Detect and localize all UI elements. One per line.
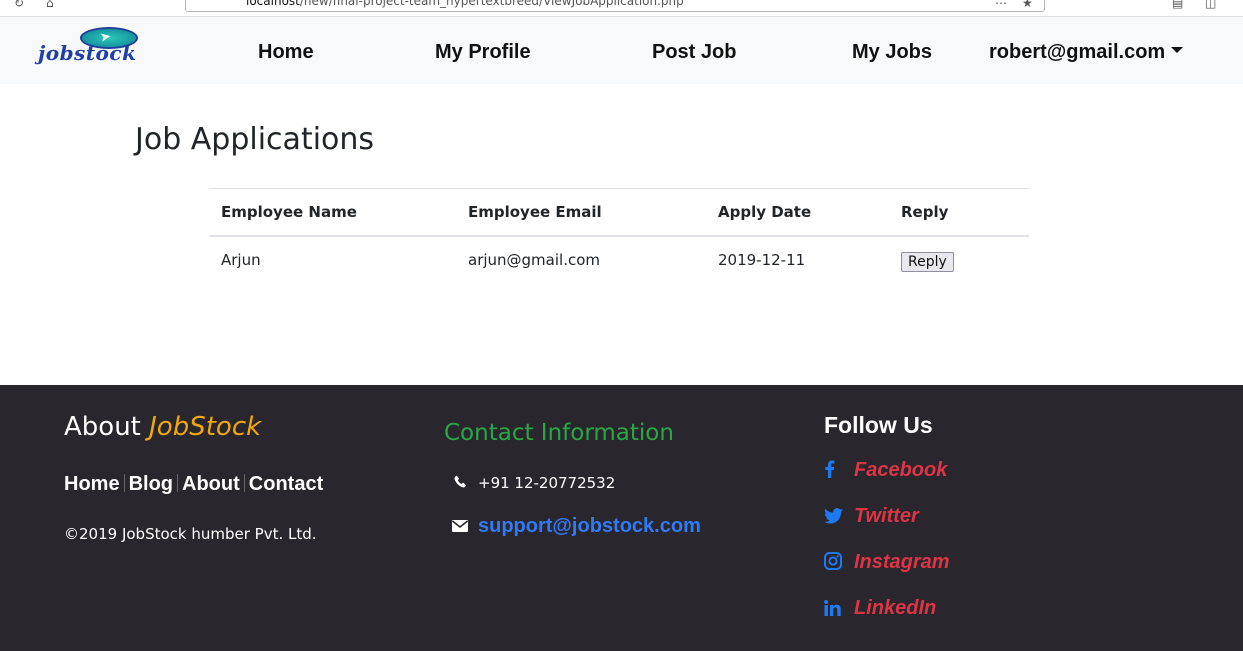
twitter-icon <box>824 507 843 530</box>
page-actions-icon[interactable]: ⋯ <box>995 0 1007 10</box>
social-instagram-link[interactable]: Instagram <box>824 551 950 576</box>
phone-number: +91 12-20772532 <box>478 474 616 492</box>
sidebar-icon[interactable]: ◫ <box>1205 0 1216 10</box>
logo-wordmark: jobstock <box>38 41 137 65</box>
bookmark-star-icon[interactable]: ★ <box>1022 0 1033 10</box>
instagram-icon <box>824 552 842 576</box>
nav-my-profile[interactable]: My Profile <box>435 41 531 64</box>
url-text: localhost/new/final-project-team_hyperte… <box>246 0 684 8</box>
follow-heading: Follow Us <box>824 412 933 438</box>
header-employee-email: Employee Email <box>456 188 706 237</box>
page-title: Job Applications <box>135 122 375 157</box>
home-icon[interactable]: ⌂ <box>46 0 54 10</box>
footer: About JobStock Home Blog About Contact ©201… <box>0 385 1243 651</box>
social-twitter-link[interactable]: Twitter <box>824 505 919 530</box>
linkedin-icon <box>824 599 842 622</box>
phone-line: +91 12-20772532 <box>452 474 615 492</box>
site-logo[interactable]: ➤ jobstock <box>38 27 176 75</box>
brand-name: JobStock <box>149 412 262 442</box>
nav-home[interactable]: Home <box>258 41 314 64</box>
user-email: robert@gmail.com <box>989 41 1166 63</box>
about-heading: About JobStock <box>64 412 262 442</box>
support-email-link[interactable]: support@jobstock.com <box>478 515 701 537</box>
browser-toolbar: ↻ ⌂ localhost/new/final-project-team_hyp… <box>0 0 1243 17</box>
url-bar[interactable]: localhost/new/final-project-team_hyperte… <box>185 0 1045 12</box>
envelope-icon <box>452 515 468 538</box>
footer-link-contact[interactable]: Contact <box>249 473 323 495</box>
table-row: Arjun arjun@gmail.com 2019-12-11 Reply <box>209 236 1029 284</box>
cell-reply: Reply <box>889 236 1029 284</box>
caret-down-icon <box>1171 47 1184 53</box>
user-menu-dropdown[interactable]: robert@gmail.com <box>989 41 1184 64</box>
table-header-row: Employee Name Employee Email Apply Date … <box>209 188 1029 237</box>
cell-apply-date: 2019-12-11 <box>718 251 806 269</box>
cell-employee-email: arjun@gmail.com <box>468 251 601 269</box>
nav-post-job[interactable]: Post Job <box>652 41 736 64</box>
applications-table: Employee Name Employee Email Apply Date … <box>209 188 1029 284</box>
phone-icon <box>452 474 468 492</box>
facebook-icon <box>824 460 842 484</box>
link-divider <box>123 474 125 492</box>
nav-my-jobs[interactable]: My Jobs <box>852 41 932 64</box>
reply-button[interactable]: Reply <box>901 252 954 272</box>
footer-links: Home Blog About Contact <box>64 473 327 496</box>
library-icon[interactable]: ▤ <box>1172 0 1183 10</box>
cell-employee-name: Arjun <box>221 251 261 269</box>
social-facebook-link[interactable]: Facebook <box>824 459 947 484</box>
header-reply: Reply <box>889 188 1029 237</box>
footer-link-home[interactable]: Home <box>64 473 120 495</box>
social-linkedin-link[interactable]: LinkedIn <box>824 597 936 622</box>
header-apply-date: Apply Date <box>706 188 889 237</box>
link-divider <box>243 474 245 492</box>
header-employee-name: Employee Name <box>209 188 456 237</box>
footer-link-about[interactable]: About <box>182 473 240 495</box>
footer-link-blog[interactable]: Blog <box>129 473 173 495</box>
navbar: ➤ jobstock Home My Profile Post Job My J… <box>0 17 1243 84</box>
email-line[interactable]: support@jobstock.com <box>452 515 701 538</box>
contact-heading: Contact Information <box>444 420 674 446</box>
copyright-text: ©2019 JobStock humber Pvt. Ltd. <box>64 525 317 543</box>
reload-icon[interactable]: ↻ <box>14 0 24 10</box>
link-divider <box>177 474 179 492</box>
